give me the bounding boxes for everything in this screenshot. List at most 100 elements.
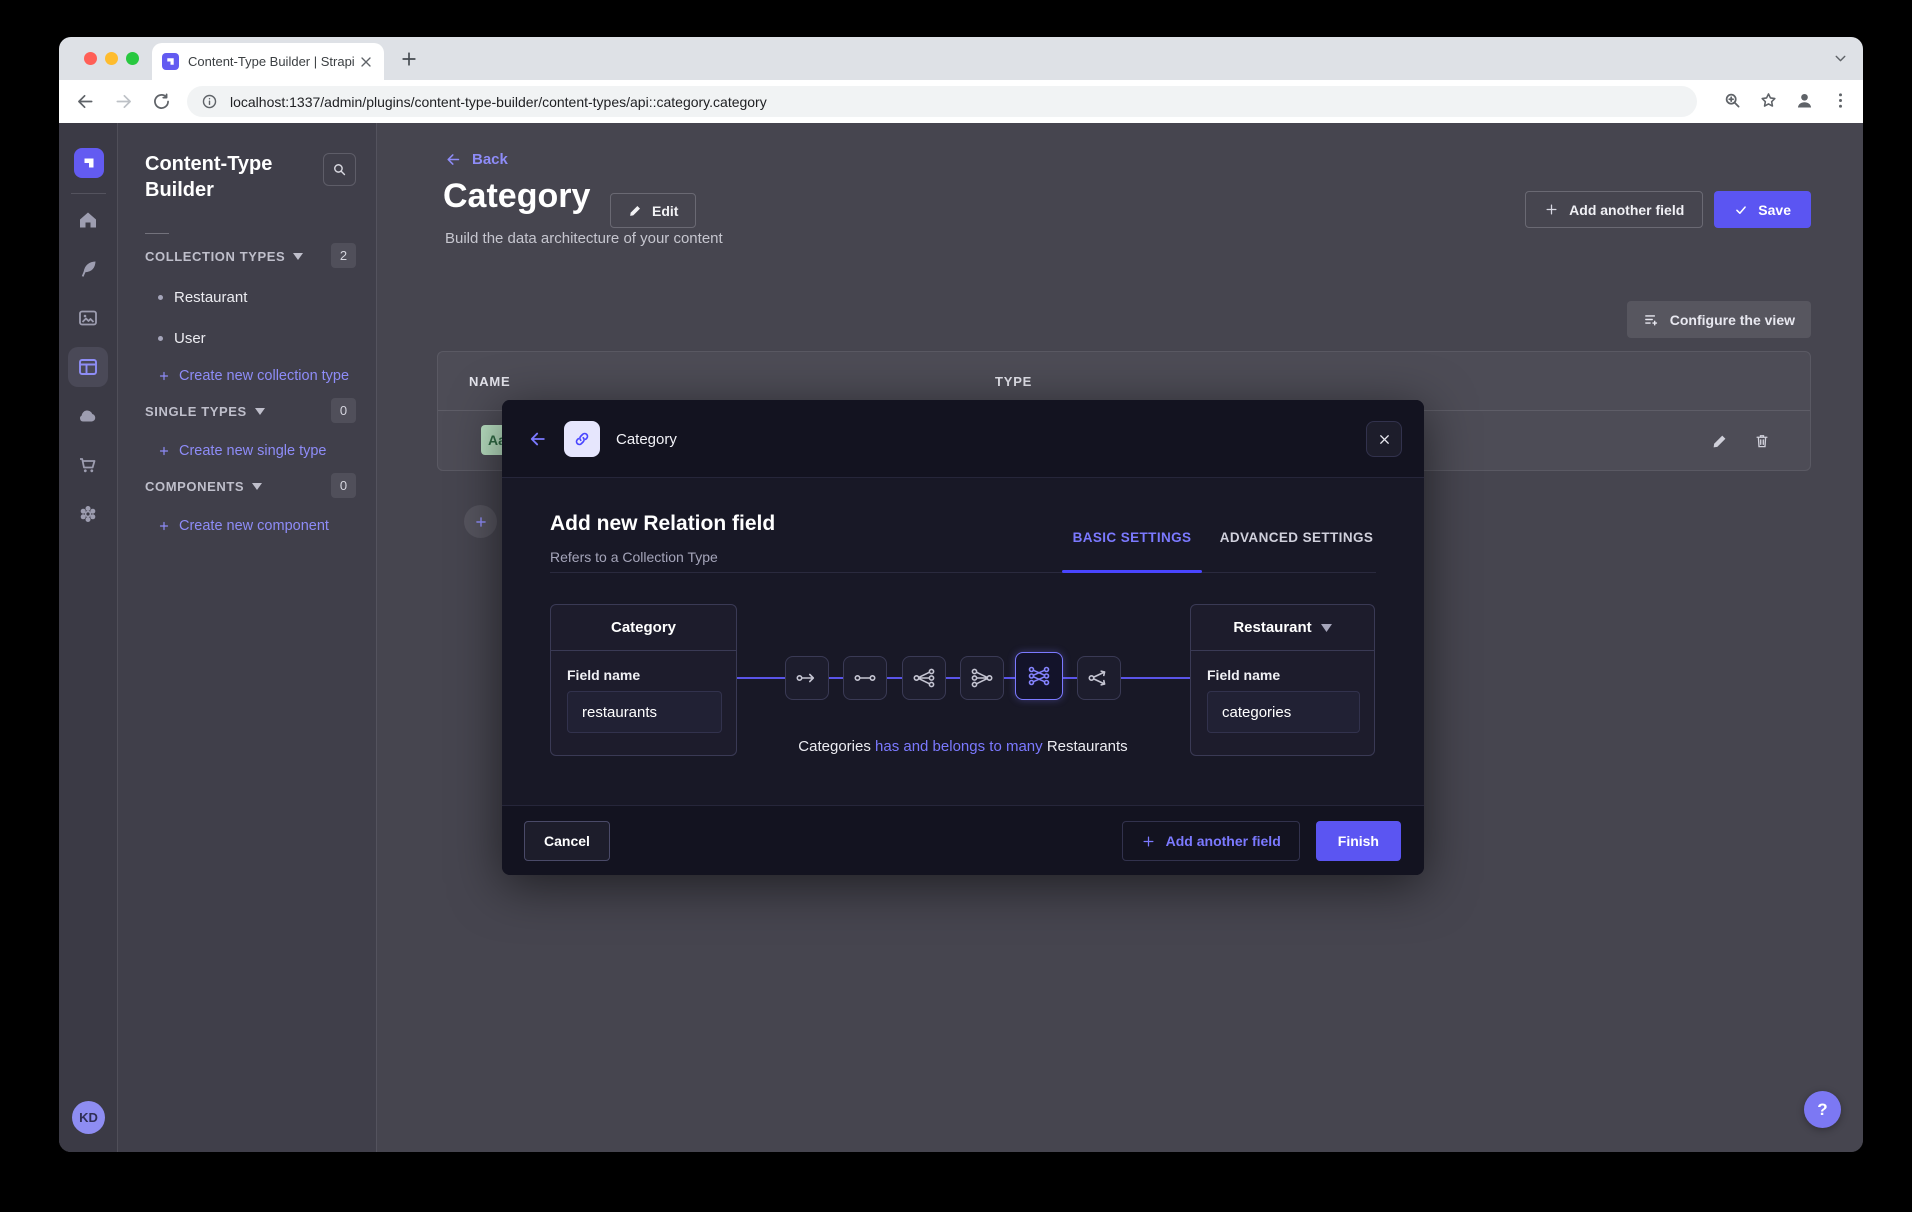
settings-gear-icon[interactable] <box>76 502 100 526</box>
url-text: localhost:1337/admin/plugins/content-typ… <box>230 94 767 110</box>
browser-back-icon[interactable] <box>75 91 96 112</box>
target-collection-dropdown[interactable]: Restaurant <box>1191 605 1374 651</box>
strapi-admin: KD Content-Type Builder COLLECTION TYPES… <box>59 123 1863 1152</box>
search-button[interactable] <box>323 153 356 186</box>
create-collection-type-link[interactable]: Create new collection type <box>158 368 349 384</box>
media-library-icon[interactable] <box>76 306 100 330</box>
new-tab-icon[interactable] <box>399 49 419 69</box>
rail-divider <box>71 193 106 194</box>
relation-target-card: Restaurant Field name <box>1190 604 1375 756</box>
home-icon[interactable] <box>76 208 100 232</box>
many-to-one-icon <box>970 666 994 690</box>
edit-button[interactable]: Edit <box>610 193 696 228</box>
help-button[interactable]: ? <box>1804 1091 1841 1128</box>
bullet-icon <box>158 295 163 300</box>
check-icon <box>1734 203 1748 217</box>
save-button[interactable]: Save <box>1714 191 1811 228</box>
many-way-icon <box>1087 666 1111 690</box>
zoom-icon[interactable] <box>1722 90 1743 111</box>
configure-view-button[interactable]: Configure the view <box>1627 301 1811 338</box>
modal-breadcrumb: Category <box>616 431 677 448</box>
page-title: Category <box>443 177 590 216</box>
create-single-type-link[interactable]: Create new single type <box>158 443 327 459</box>
section-collection-types[interactable]: COLLECTION TYPES <box>145 249 303 264</box>
tab-close-icon[interactable] <box>358 54 374 70</box>
collection-types-count: 2 <box>331 243 356 268</box>
chevron-down-icon <box>293 253 303 260</box>
content-manager-feather-icon[interactable] <box>76 257 100 281</box>
one-way-icon <box>795 666 819 690</box>
field-name-label: Field name <box>1207 667 1280 683</box>
one-to-many-icon <box>912 666 936 690</box>
arrow-left-icon <box>445 151 462 168</box>
modal-add-another-field-button[interactable]: Add another field <box>1122 821 1300 861</box>
tab-search-chevron-icon[interactable] <box>1832 50 1849 67</box>
relation-many-way-button[interactable] <box>1077 656 1121 700</box>
delete-field-icon[interactable] <box>1753 432 1771 450</box>
browser-tab[interactable]: Content-Type Builder | Strapi <box>152 43 384 80</box>
target-field-name-input[interactable] <box>1207 691 1360 733</box>
marketplace-cart-icon[interactable] <box>76 453 100 477</box>
source-field-name-input[interactable] <box>567 691 722 733</box>
cancel-button[interactable]: Cancel <box>524 821 610 861</box>
column-header-type: TYPE <box>995 374 1032 389</box>
address-bar[interactable]: localhost:1337/admin/plugins/content-typ… <box>187 86 1697 117</box>
relation-many-to-many-button[interactable] <box>1015 652 1063 700</box>
browser-forward-icon[interactable] <box>113 91 134 112</box>
relation-source-card: Category Field name <box>550 604 737 756</box>
content-type-builder-icon <box>76 355 100 379</box>
chevron-down-icon <box>252 483 262 490</box>
field-name-label: Field name <box>567 667 640 683</box>
builder-sidebar: Content-Type Builder COLLECTION TYPES 2 … <box>118 123 377 1152</box>
modal-close-button[interactable] <box>1366 421 1402 457</box>
minimize-window-button[interactable] <box>105 52 118 65</box>
relation-many-to-one-button[interactable] <box>960 656 1004 700</box>
tab-advanced-settings[interactable]: ADVANCED SETTINGS <box>1214 530 1379 545</box>
modal-title: Add new Relation field <box>550 512 775 536</box>
single-types-count: 0 <box>331 398 356 423</box>
modal-subtitle: Refers to a Collection Type <box>550 549 718 565</box>
browser-tabbar: Content-Type Builder | Strapi <box>59 37 1863 80</box>
screen: Content-Type Builder | Strapi <box>0 0 1912 1212</box>
content-type-builder-nav-item[interactable] <box>68 347 108 387</box>
add-another-field-button[interactable]: Add another field <box>1525 191 1703 228</box>
add-field-circle-button[interactable] <box>464 505 497 538</box>
profile-icon[interactable] <box>1794 90 1815 111</box>
avatar[interactable]: KD <box>72 1101 105 1134</box>
back-link[interactable]: Back <box>445 151 508 168</box>
relation-link-icon <box>564 421 600 457</box>
tab-basic-settings[interactable]: BASIC SETTINGS <box>1062 530 1202 545</box>
finish-button[interactable]: Finish <box>1316 821 1401 861</box>
browser-menu-icon[interactable] <box>1830 90 1851 111</box>
relation-one-to-many-button[interactable] <box>902 656 946 700</box>
modal-footer: Cancel Add another field Finish <box>502 805 1424 875</box>
relation-one-way-button[interactable] <box>785 656 829 700</box>
one-to-one-icon <box>853 666 877 690</box>
sidebar-item-user[interactable]: User <box>158 330 206 347</box>
create-component-link[interactable]: Create new component <box>158 518 329 534</box>
sidebar-item-restaurant[interactable]: Restaurant <box>158 289 247 306</box>
source-card-title: Category <box>551 605 736 651</box>
tab-title: Content-Type Builder | Strapi <box>188 54 358 69</box>
site-info-icon[interactable] <box>201 93 218 110</box>
plus-icon <box>158 370 170 382</box>
relation-one-to-one-button[interactable] <box>843 656 887 700</box>
column-header-name: NAME <box>469 374 510 389</box>
section-single-types[interactable]: SINGLE TYPES <box>145 404 265 419</box>
active-tab-indicator <box>1062 570 1202 573</box>
plus-icon <box>158 445 170 457</box>
browser-reload-icon[interactable] <box>151 91 172 112</box>
bullet-icon <box>158 336 163 341</box>
cloud-icon[interactable] <box>76 404 100 428</box>
strapi-favicon-icon <box>162 53 179 70</box>
edit-field-icon[interactable] <box>1711 432 1729 450</box>
maximize-window-button[interactable] <box>126 52 139 65</box>
close-window-button[interactable] <box>84 52 97 65</box>
section-components[interactable]: COMPONENTS <box>145 479 262 494</box>
bookmark-star-icon[interactable] <box>1758 90 1779 111</box>
modal-back-icon[interactable] <box>528 429 548 449</box>
strapi-logo-icon[interactable] <box>74 148 104 178</box>
plus-icon <box>158 520 170 532</box>
relation-sentence: Categories has and belongs to many Resta… <box>502 738 1424 755</box>
components-count: 0 <box>331 473 356 498</box>
